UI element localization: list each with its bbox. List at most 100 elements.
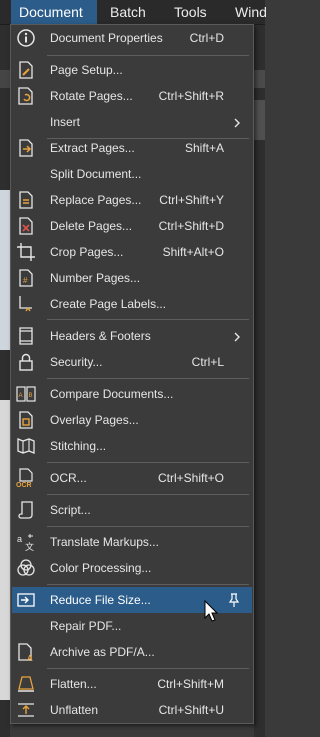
menu-batch[interactable]: Batch — [110, 0, 146, 24]
menu-item-create-page-labels[interactable]: Create Page Labels... — [12, 291, 252, 317]
menu-item-number-pages[interactable]: # Number Pages... — [12, 265, 252, 291]
menu-item-shortcut: Ctrl+Shift+R — [158, 89, 224, 103]
chevron-right-icon — [232, 117, 242, 128]
menu-item-label: OCR... — [50, 471, 87, 485]
background-right-tab — [254, 70, 265, 88]
number-pages-icon: # — [16, 268, 36, 288]
menu-item-label: Color Processing... — [50, 561, 152, 575]
archive-pdfa-icon: A — [16, 642, 36, 663]
menu-item-translate-markups[interactable]: a文 Translate Markups... — [12, 529, 252, 555]
page-labels-icon — [16, 294, 36, 314]
svg-text:a: a — [17, 534, 22, 544]
menu-item-label: Crop Pages... — [50, 245, 124, 259]
menu-item-label: Delete Pages... — [50, 219, 133, 233]
menu-item-label: Unflatten — [50, 703, 99, 717]
svg-text:#: # — [23, 276, 28, 285]
menu-item-flatten[interactable]: Flatten... Ctrl+Shift+M — [12, 671, 252, 697]
menu-document[interactable]: Document — [11, 0, 97, 24]
menu-item-label: Archive as PDF/A... — [50, 645, 155, 659]
menu-item-ocr[interactable]: OCR OCR... Ctrl+Shift+O — [12, 465, 252, 491]
svg-text:文: 文 — [25, 541, 34, 552]
svg-text:A: A — [27, 654, 33, 662]
menu-window[interactable]: Wind — [235, 0, 267, 24]
menu-item-label: Page Setup... — [50, 63, 123, 77]
ocr-icon: OCR — [16, 468, 36, 489]
menu-item-label: Reduce File Size... — [50, 593, 151, 607]
menu-item-insert[interactable]: Insert — [12, 109, 252, 135]
reduce-file-size-icon — [16, 590, 36, 610]
menu-item-label: Insert — [50, 115, 81, 129]
menu-item-label: Document Properties — [50, 31, 163, 45]
menu-bar: Document Batch Tools Wind — [0, 0, 267, 25]
background-page-thumbnail — [0, 190, 10, 350]
menu-item-label: Overlay Pages... — [50, 413, 139, 427]
separator — [47, 319, 249, 320]
menu-item-script[interactable]: Script... — [12, 497, 252, 523]
menu-item-shortcut: Ctrl+L — [191, 355, 224, 369]
menu-item-replace-pages[interactable]: Replace Pages... Ctrl+Shift+Y — [12, 187, 252, 213]
overlay-icon — [16, 410, 36, 430]
mouse-cursor-icon — [204, 599, 219, 622]
menu-item-shortcut: Ctrl+Shift+M — [157, 677, 224, 691]
menu-item-label: Create Page Labels... — [50, 297, 167, 311]
menu-item-label: Repair PDF... — [50, 619, 122, 633]
svg-text:B: B — [29, 393, 33, 399]
headers-footers-icon — [16, 326, 36, 346]
menu-item-unflatten[interactable]: Unflatten Ctrl+Shift+U — [12, 697, 252, 723]
menu-item-headers-footers[interactable]: Headers & Footers — [12, 323, 252, 349]
background-tab — [0, 70, 10, 88]
compare-icon: AB — [16, 384, 36, 404]
menu-item-label: Headers & Footers — [50, 329, 151, 343]
menu-item-stitching[interactable]: Stitching... — [12, 433, 252, 459]
separator — [47, 378, 249, 379]
menu-item-label: Replace Pages... — [50, 193, 142, 207]
menu-item-color-processing[interactable]: Color Processing... — [12, 555, 252, 581]
menu-item-shortcut: Ctrl+Shift+O — [157, 471, 224, 485]
flatten-icon — [16, 674, 36, 694]
menu-item-document-properties[interactable]: Document Properties Ctrl+D — [12, 25, 252, 51]
script-icon — [16, 500, 36, 520]
menu-item-label: Flatten... — [50, 677, 97, 691]
menu-item-label: Split Document... — [50, 167, 142, 181]
menu-item-rotate-pages[interactable]: Rotate Pages... Ctrl+Shift+R — [12, 83, 252, 109]
separator — [47, 668, 249, 669]
chevron-right-icon — [232, 331, 242, 342]
lock-icon — [16, 352, 36, 372]
menu-item-label: Number Pages... — [50, 271, 141, 285]
menu-item-compare-documents[interactable]: AB Compare Documents... — [12, 381, 252, 407]
menu-item-split-document[interactable]: Split Document... — [12, 161, 252, 187]
separator — [47, 526, 249, 527]
menu-tools[interactable]: Tools — [174, 0, 207, 24]
separator — [47, 584, 249, 585]
menu-item-delete-pages[interactable]: Delete Pages... Ctrl+Shift+D — [12, 213, 252, 239]
info-icon — [16, 28, 36, 48]
menu-item-security[interactable]: Security... Ctrl+L — [12, 349, 252, 375]
stitching-icon — [16, 436, 36, 456]
menu-item-shortcut: Ctrl+D — [189, 31, 224, 45]
color-processing-icon — [16, 558, 36, 578]
menu-item-archive-pdfa[interactable]: A Archive as PDF/A... — [12, 639, 252, 665]
menu-item-label: Rotate Pages... — [50, 89, 133, 103]
replace-pages-icon — [16, 190, 36, 210]
menu-item-label: Extract Pages... — [50, 141, 135, 155]
crop-icon — [16, 242, 36, 262]
menu-item-shortcut: Ctrl+Shift+Y — [159, 193, 224, 207]
page-setup-icon — [16, 60, 36, 80]
menu-item-crop-pages[interactable]: Crop Pages... Shift+Alt+O — [12, 239, 252, 265]
menu-item-extract-pages[interactable]: Extract Pages... Shift+A — [12, 135, 252, 161]
menu-item-shortcut: Shift+A — [184, 141, 224, 155]
extract-pages-icon — [16, 138, 36, 158]
separator — [47, 494, 249, 495]
menu-item-shortcut: Shift+Alt+O — [162, 245, 224, 259]
pin-icon[interactable] — [226, 592, 242, 608]
delete-pages-icon — [16, 216, 36, 236]
menu-item-shortcut: Ctrl+Shift+D — [158, 219, 224, 233]
background-page-thumbnail-2 — [0, 400, 10, 700]
svg-text:A: A — [19, 393, 23, 399]
menu-item-label: Security... — [50, 355, 103, 369]
separator — [47, 462, 249, 463]
menu-item-page-setup[interactable]: Page Setup... — [12, 57, 252, 83]
menu-item-label: Compare Documents... — [50, 387, 174, 401]
menu-item-overlay-pages[interactable]: Overlay Pages... — [12, 407, 252, 433]
menu-item-label: Translate Markups... — [50, 535, 159, 549]
